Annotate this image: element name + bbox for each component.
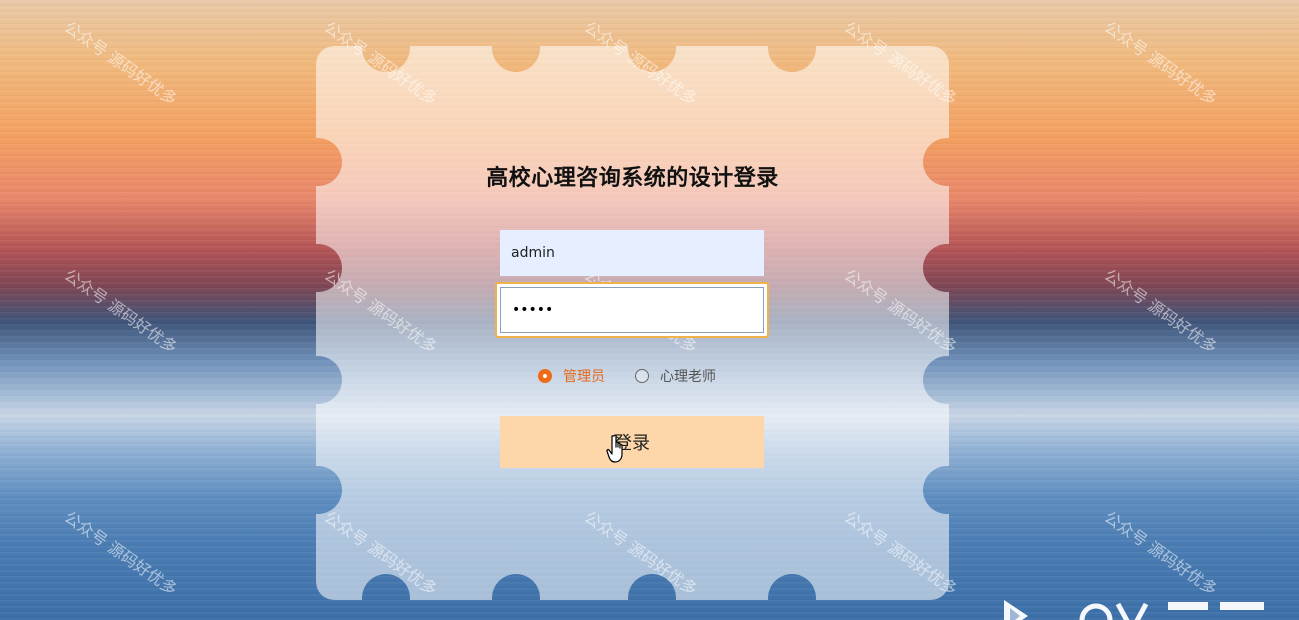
- password-field-focus-ring: [495, 282, 769, 338]
- role-radio-group: 管理员 心理老师: [538, 366, 716, 386]
- role-label-admin: 管理员: [563, 369, 605, 385]
- role-label-teacher: 心理老师: [660, 369, 716, 385]
- password-field-frame: [500, 287, 764, 333]
- radio-unchecked-icon[interactable]: [635, 369, 649, 383]
- play-logo-icon: [1000, 596, 1299, 620]
- radio-checked-icon[interactable]: [538, 369, 552, 383]
- username-input[interactable]: [500, 230, 764, 276]
- page-title: 高校心理咨询系统的设计登录: [486, 166, 779, 191]
- role-option-admin[interactable]: 管理员: [538, 366, 605, 386]
- role-option-teacher[interactable]: 心理老师: [635, 366, 716, 386]
- hand-pointer-icon: [606, 434, 623, 463]
- login-button[interactable]: 登录: [500, 416, 764, 468]
- password-input[interactable]: [501, 288, 763, 332]
